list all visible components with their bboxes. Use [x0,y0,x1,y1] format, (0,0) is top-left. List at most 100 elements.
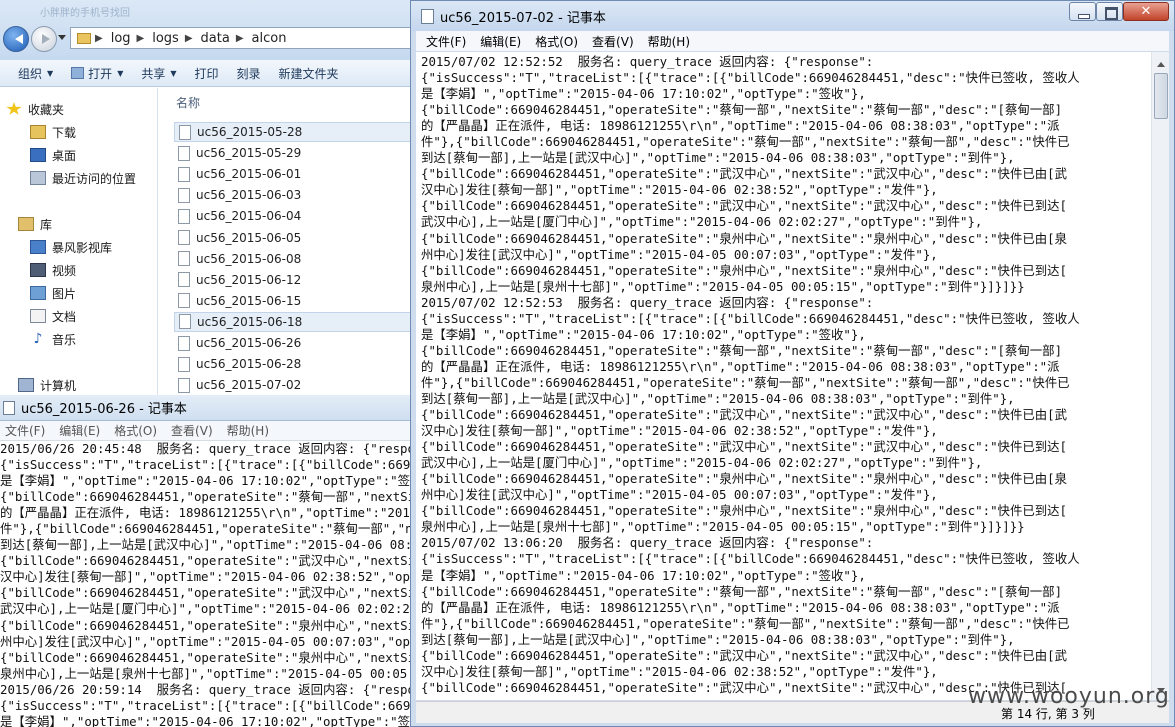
vertical-scrollbar[interactable] [1151,52,1169,700]
file-list-item[interactable]: uc56_2015-06-03 [174,185,414,205]
menu-file[interactable]: 文件(F) [5,422,45,439]
scroll-up-icon[interactable] [1153,53,1169,70]
file-name: uc56_2015-06-26 [196,336,302,350]
file-list-item[interactable]: uc56_2015-06-12 [174,270,414,290]
nav-pictures[interactable]: 图片 [30,283,76,303]
file-list-item[interactable]: uc56_2015-06-08 [174,249,414,269]
menu-edit[interactable]: 编辑(E) [59,422,100,439]
breadcrumb-separator-icon[interactable]: ▶ [185,33,193,44]
desktop-icon [30,148,46,162]
menu-help[interactable]: 帮助(H) [227,422,269,439]
file-list-item[interactable]: uc56_2015-06-01 [174,164,414,184]
text-line: 的【严晶晶】正在派件, 电话: 18986121255\r\n","optTim… [421,118,1060,134]
forward-button[interactable] [31,26,57,52]
nav-favorites[interactable]: 收藏夹 [6,99,64,119]
nav-computer[interactable]: 计算机 [18,375,76,395]
text-line: 件"},{"billCode":669046284451,"operateSit… [0,521,415,537]
menu-help[interactable]: 帮助(H) [648,33,690,50]
file-list-item[interactable]: uc56_2015-06-18 [174,311,414,332]
file-list-item[interactable]: uc56_2015-06-26 [174,333,414,353]
breadcrumb-separator-icon[interactable]: ▶ [137,33,145,44]
file-name: uc56_2015-06-03 [196,188,302,203]
file-list-item[interactable]: uc56_2015-05-28 [174,122,414,142]
column-header-name[interactable]: 名称 [176,94,200,111]
nav-downloads[interactable]: 下载 [30,122,76,142]
text-area[interactable]: 2015/06/26 20:45:48 服务名: query_trace 返回内… [0,441,415,727]
back-button[interactable] [3,26,29,52]
address-bar[interactable]: ▶ log ▶ logs ▶ data ▶ alcon [70,27,430,49]
nav-libraries[interactable]: 库 [18,214,52,234]
new-folder-button[interactable]: 新建文件夹 [279,65,339,82]
nav-recent-places[interactable]: 最近访问的位置 [30,168,136,188]
text-line: 武汉中心],上一站是[厦门中心]","optTime":"2015-04-06 … [421,455,983,471]
dropdown-arrow-icon: ▼ [170,68,177,78]
text-line: 汉中心]发往[蔡甸一部]","optTime":"2015-04-06 02:3… [421,663,938,679]
folder-icon [77,32,91,44]
text-file-icon [178,187,190,203]
documents-icon [30,309,46,323]
file-list-item[interactable]: uc56_2015-06-04 [174,206,414,226]
notepad-window-background[interactable]: uc56_2015-06-26 - 记事本 文件(F) 编辑(E) 格式(O) … [0,395,415,727]
text-line: 到达[蔡甸一部],上一站是[武汉中心]","optTime":"2015-04-… [421,150,1015,166]
menu-view[interactable]: 查看(V) [171,422,213,439]
explorer-address-area: 小胖胖的手机号找回 ▶ log ▶ logs ▶ data ▶ alcon [0,0,430,60]
text-line: 2015/07/02 12:52:53 服务名: query_trace 返回内… [421,294,874,310]
nav-label: 计算机 [40,378,77,393]
nav-desktop[interactable]: 桌面 [30,145,76,165]
text-file-icon [178,377,190,393]
text-line: {"billCode":669046284451,"operateSite":"… [421,166,1067,182]
menu-file[interactable]: 文件(F) [426,33,466,50]
breadcrumb-item[interactable]: data [201,31,230,46]
scrollbar-thumb[interactable] [1154,73,1168,119]
nav-documents[interactable]: 文档 [30,306,76,326]
open-button[interactable]: 打开 ▼ [71,65,123,82]
text-file-icon [179,314,191,330]
file-list-item[interactable]: uc56_2015-05-29 [174,143,414,163]
minimize-button[interactable] [1069,2,1096,21]
nav-music[interactable]: ♪ 音乐 [30,329,76,349]
nav-label: 桌面 [52,148,77,163]
file-list-item[interactable]: uc56_2015-06-05 [174,228,414,248]
menu-format[interactable]: 格式(O) [535,33,578,50]
text-content: 2015/07/02 12:52:52 服务名: query_trace 返回内… [416,52,1151,696]
nav-videos[interactable]: 视频 [30,260,76,280]
text-line: 泉州中心],上一站是[泉州十七部]","optTime":"2015-04-05… [0,665,415,681]
breadcrumb-item[interactable]: alcon [252,31,287,46]
text-file-icon [178,335,190,351]
text-line: 是【李娟】","optTime":"2015-04-06 17:10:02","… [0,713,415,727]
text-line: {"billCode":669046284451,"operateSite":"… [421,647,1067,663]
notepad-title-bar[interactable]: uc56_2015-06-26 - 记事本 [0,395,415,421]
file-list-item[interactable]: uc56_2015-06-28 [174,354,414,374]
recent-pages-dropdown-icon[interactable] [58,35,66,44]
text-line: 汉中心]发往[蔡甸一部]","optTime":"2015-04-06 02:3… [0,569,415,585]
print-label: 打印 [194,66,219,81]
organize-button[interactable]: 组织 ▼ [18,65,53,82]
text-line: {"isSuccess":"T","traceList":[{"trace":[… [0,697,415,713]
notepad-window[interactable]: uc56_2015-07-02 - 记事本 ✕ 文件(F) 编辑(E) 格式(O… [410,0,1175,727]
burn-button[interactable]: 刻录 [237,65,261,82]
breadcrumb-item[interactable]: logs [152,31,179,46]
notepad-title-bar[interactable]: uc56_2015-07-02 - 记事本 ✕ [411,1,1174,31]
menu-view[interactable]: 查看(V) [592,33,634,50]
nav-baofeng-library[interactable]: 暴风影视库 [30,237,112,257]
dropdown-arrow-icon: ▼ [117,68,124,78]
menu-edit[interactable]: 编辑(E) [480,33,521,50]
maximize-button[interactable] [1096,2,1123,21]
file-name: uc56_2015-06-18 [197,314,303,329]
breadcrumb-item[interactable]: log [111,31,131,46]
breadcrumb-separator-icon[interactable]: ▶ [95,33,103,44]
explorer-window: 小胖胖的手机号找回 ▶ log ▶ logs ▶ data ▶ alcon 组织… [0,0,430,395]
text-line: {"isSuccess":"T","traceList":[{"trace":[… [0,457,415,473]
close-button[interactable]: ✕ [1123,2,1169,21]
text-file-icon [178,272,190,288]
file-list-item[interactable]: uc56_2015-07-02 [174,375,414,395]
file-list-item[interactable]: uc56_2015-06-15 [174,291,414,311]
text-area[interactable]: 2015/07/02 12:52:52 服务名: query_trace 返回内… [416,52,1151,700]
print-button[interactable]: 打印 [195,65,219,82]
computer-icon [18,378,34,392]
menu-format[interactable]: 格式(O) [114,422,157,439]
breadcrumb-separator-icon[interactable]: ▶ [236,33,244,44]
text-line: 是【李娟】","optTime":"2015-04-06 17:10:02","… [421,86,866,102]
share-button[interactable]: 共享 ▼ [141,65,176,82]
text-line: {"billCode":669046284451,"operateSite":"… [0,617,415,633]
